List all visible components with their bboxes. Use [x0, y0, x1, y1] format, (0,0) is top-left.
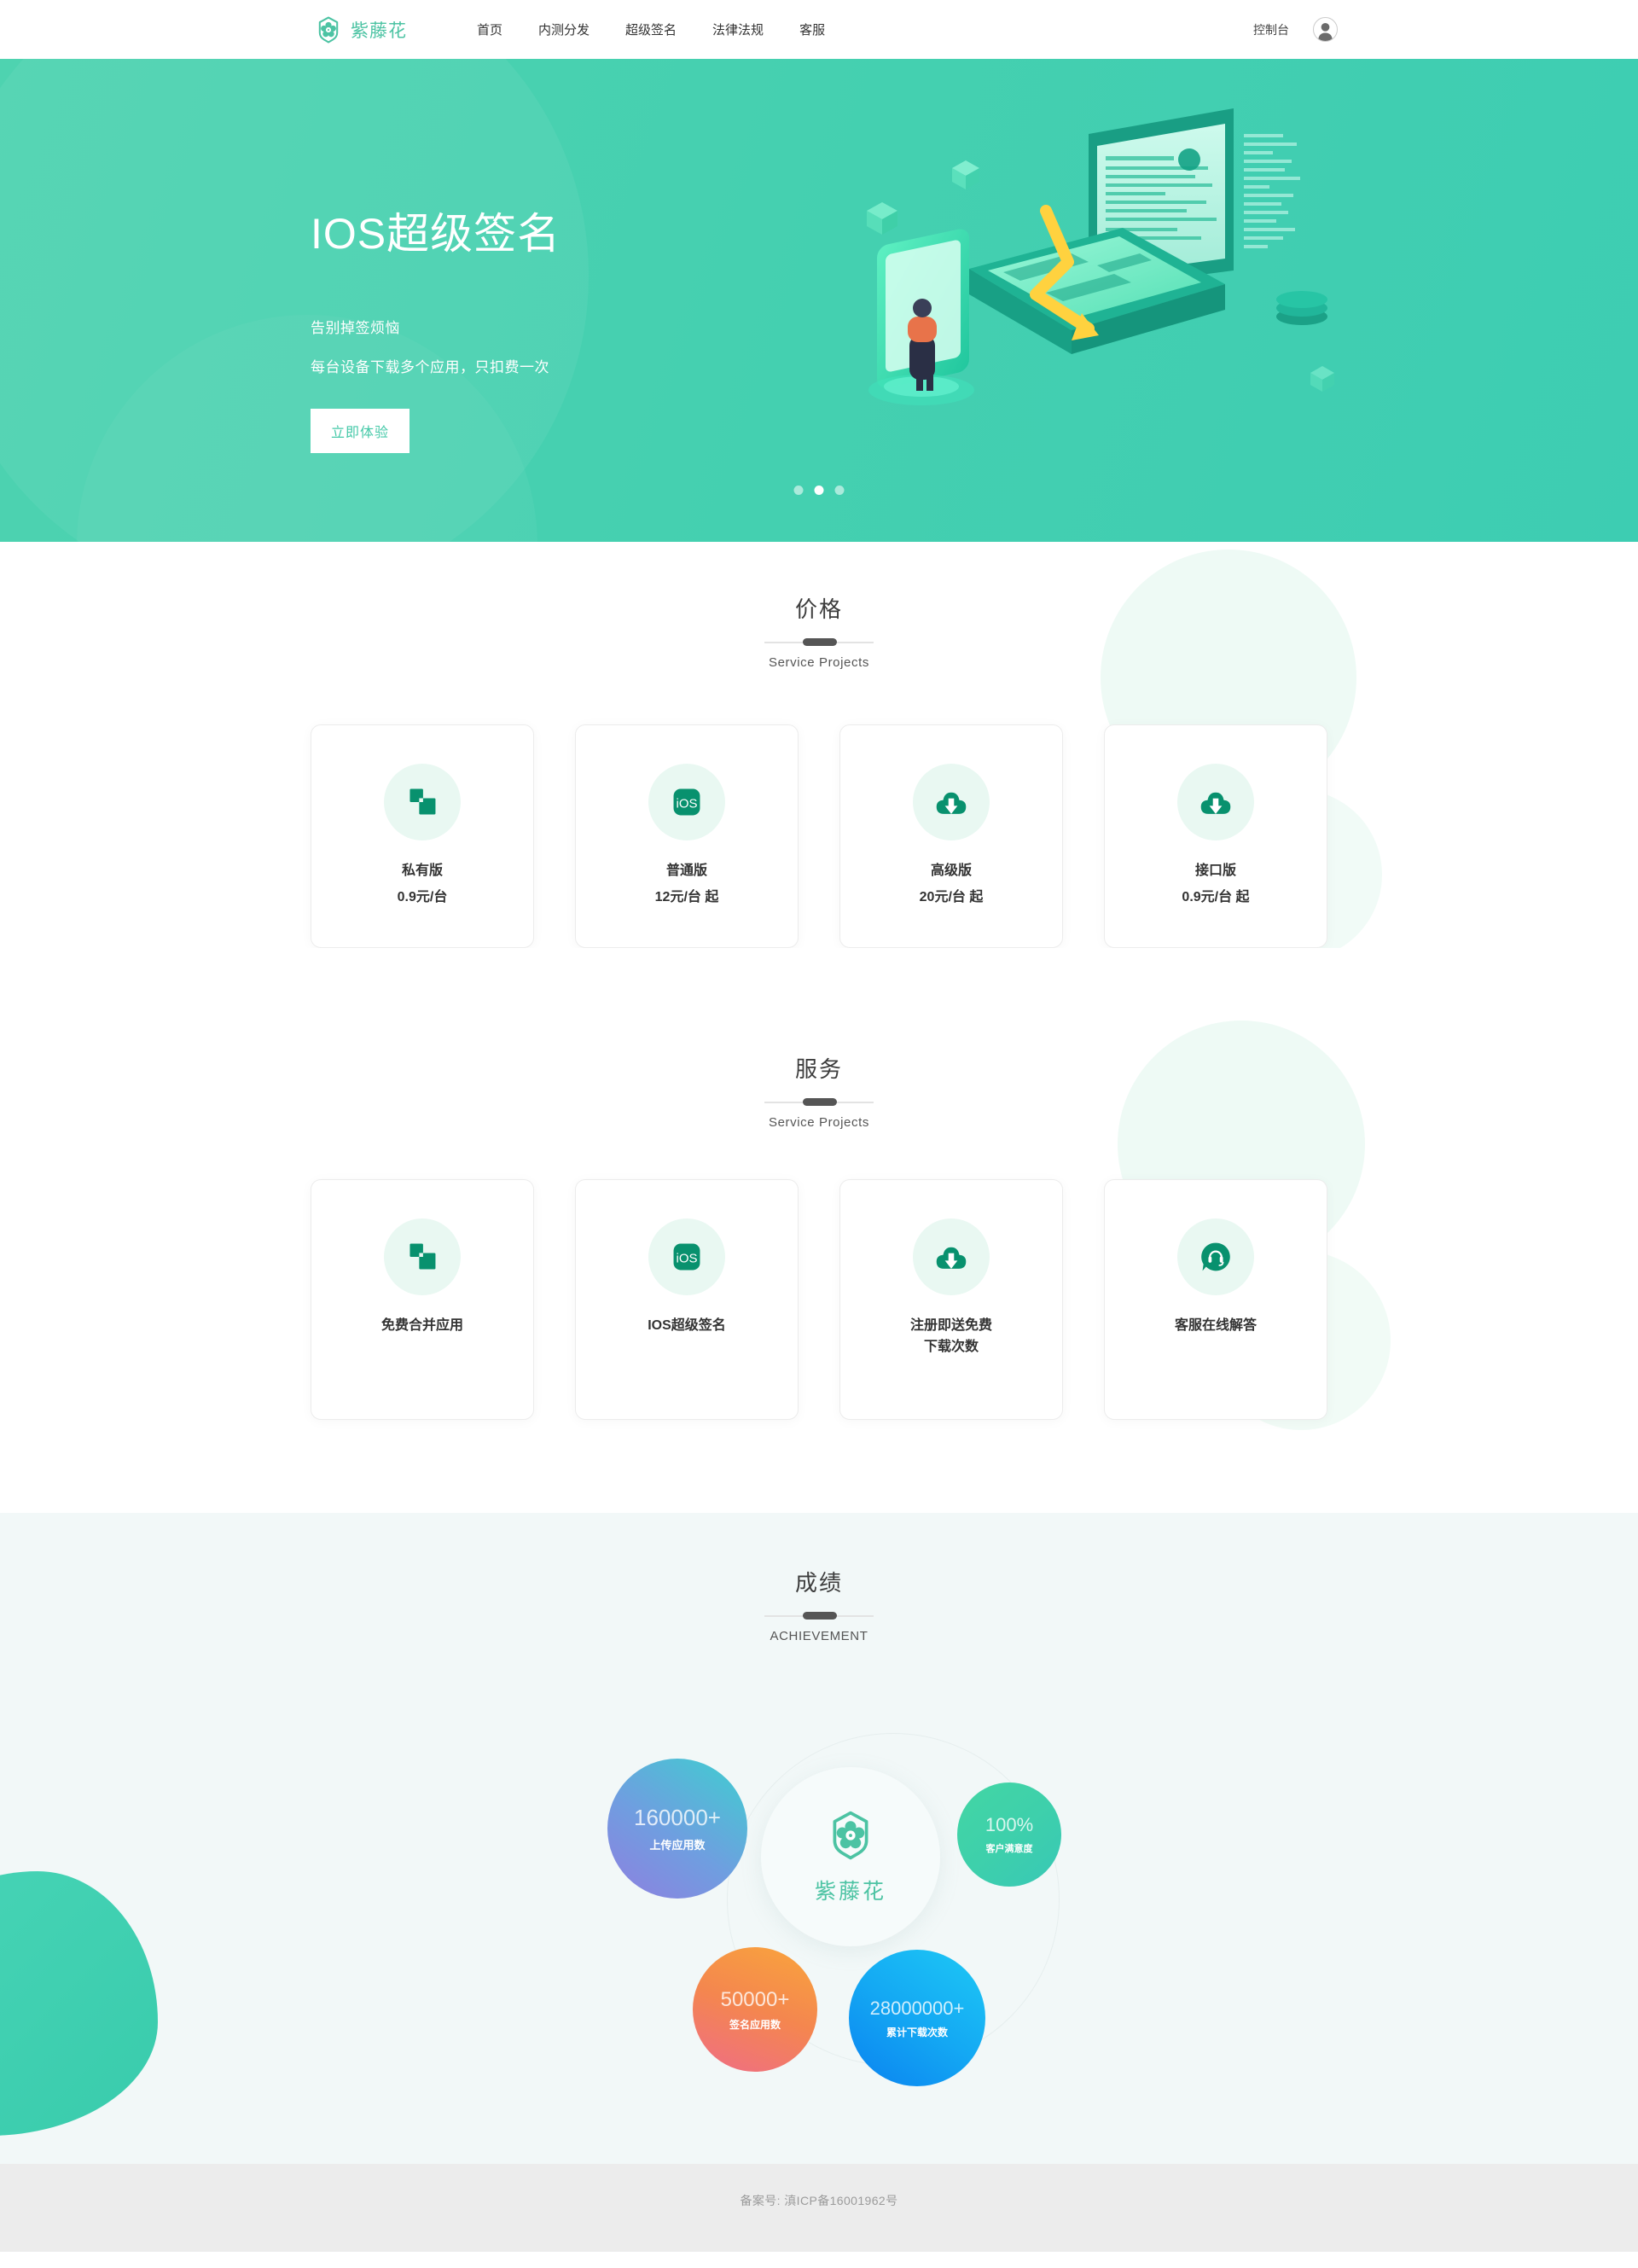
- nav-item-super-signature[interactable]: 超级签名: [607, 20, 694, 38]
- pricing-card-price: 0.9元/台 起: [1182, 889, 1250, 904]
- user-avatar-icon[interactable]: [1313, 17, 1338, 42]
- services-heading: 服务 Service Projects: [0, 1052, 1638, 1130]
- pricing-card-api[interactable]: 接口版 0.9元/台 起: [1104, 724, 1327, 948]
- merge-squares-icon: [384, 1218, 461, 1295]
- stat-label: 客户满意度: [985, 1844, 1033, 1854]
- pricing-card-price: 20元/台 起: [919, 889, 984, 904]
- carousel-dot-2[interactable]: [814, 486, 824, 495]
- site-logo[interactable]: 紫藤花: [314, 15, 407, 44]
- service-card-label: 注册即送免费 下载次数: [909, 1318, 992, 1354]
- pricing-card-price: 12元/台 起: [654, 889, 719, 904]
- pricing-card-name: 接口版: [1194, 864, 1236, 878]
- services-title: 服务: [794, 1056, 843, 1082]
- site-footer: 备案号: 滇ICP备16001962号: [0, 2164, 1638, 2252]
- nav-item-home[interactable]: 首页: [459, 20, 520, 38]
- services-cards: 免费合并应用 iOS IOS超级签名 注册即送免费 下载次数 客服在线解答: [311, 1179, 1327, 1420]
- hero-cta-button[interactable]: 立即体验: [311, 409, 410, 453]
- hero-title: IOS超级签名: [311, 210, 561, 258]
- service-card-merge-apps[interactable]: 免费合并应用: [311, 1179, 534, 1420]
- pricing-divider: [764, 638, 874, 646]
- stat-uploaded-apps: 160000+ 上传应用数: [607, 1759, 747, 1899]
- pricing-card-premium[interactable]: 高级版 20元/台 起: [839, 724, 1063, 948]
- pricing-card-private[interactable]: 私有版 0.9元/台: [311, 724, 534, 948]
- achievement-subtitle: ACHIEVEMENT: [770, 1629, 868, 1643]
- ios-app-icon: iOS: [648, 764, 725, 840]
- stat-label: 上传应用数: [649, 1839, 706, 1852]
- services-section: 服务 Service Projects 免费合并应用 iOS IOS超级签名 注…: [0, 948, 1638, 1513]
- icp-record-text: 备案号: 滇ICP备16001962号: [740, 2194, 898, 2207]
- stat-value: 100%: [985, 1814, 1034, 1835]
- stat-label: 签名应用数: [729, 2018, 781, 2031]
- flower-logo-icon: [314, 15, 343, 44]
- stat-value: 28000000+: [869, 1997, 965, 2019]
- carousel-dots: [793, 486, 845, 495]
- pricing-heading: 价格 Service Projects: [0, 592, 1638, 670]
- pricing-card-name: 高级版: [930, 864, 972, 878]
- hero-illustration: [833, 100, 1379, 467]
- stat-value: 50000+: [720, 1987, 790, 2011]
- merge-squares-icon: [384, 764, 461, 840]
- flower-logo-icon: [824, 1809, 877, 1866]
- service-card-ios-signature[interactable]: iOS IOS超级签名: [575, 1179, 799, 1420]
- services-divider: [764, 1098, 874, 1106]
- site-header: 紫藤花 首页 内测分发 超级签名 法律法规 客服 控制台: [0, 0, 1638, 59]
- stat-signed-apps: 50000+ 签名应用数: [693, 1947, 817, 2072]
- achievement-center-brand-text: 紫藤花: [814, 1879, 886, 1904]
- carousel-dot-1[interactable]: [793, 486, 804, 495]
- hero-banner: IOS超级签名 告别掉签烦恼 每台设备下载多个应用，只扣费一次 立即体验: [0, 59, 1638, 542]
- service-card-label: IOS超级签名: [648, 1318, 726, 1333]
- pricing-card-name: 私有版: [401, 864, 443, 878]
- service-card-free-downloads[interactable]: 注册即送免费 下载次数: [839, 1179, 1063, 1420]
- achievement-divider: [764, 1612, 874, 1620]
- achievement-section: 成绩 ACHIEVEMENT 紫藤花 160000+ 上传应用数 100% 客户…: [0, 1513, 1638, 2164]
- console-link[interactable]: 控制台: [1253, 21, 1289, 38]
- nav-item-beta-distribution[interactable]: 内测分发: [520, 20, 607, 38]
- svg-text:iOS: iOS: [676, 796, 697, 811]
- achievement-center-brand: 紫藤花: [761, 1767, 940, 1946]
- service-card-online-support[interactable]: 客服在线解答: [1104, 1179, 1327, 1420]
- pricing-card-standard[interactable]: iOS 普通版 12元/台 起: [575, 724, 799, 948]
- pricing-card-name: 普通版: [665, 864, 707, 878]
- hero-subtitle-2: 每台设备下载多个应用，只扣费一次: [311, 359, 549, 375]
- service-card-label: 免费合并应用: [380, 1318, 463, 1333]
- achievement-title: 成绩: [794, 1570, 843, 1596]
- cloud-download-icon: [913, 1218, 990, 1295]
- stat-satisfaction: 100% 客户满意度: [957, 1782, 1061, 1887]
- pricing-section: 价格 Service Projects 私有版 0.9元/台 iOS 普通版 1…: [0, 542, 1638, 948]
- header-right-group: 控制台: [1253, 17, 1338, 42]
- nav-item-support[interactable]: 客服: [781, 20, 843, 38]
- stat-value: 160000+: [634, 1805, 721, 1830]
- site-logo-text: 紫藤花: [351, 20, 407, 41]
- carousel-dot-3[interactable]: [834, 486, 845, 495]
- pricing-subtitle: Service Projects: [769, 655, 869, 670]
- pricing-cards: 私有版 0.9元/台 iOS 普通版 12元/台 起 高级版 20元/台 起 接…: [311, 724, 1327, 948]
- main-nav: 首页 内测分发 超级签名 法律法规 客服: [459, 20, 843, 38]
- cloud-download-icon: [1177, 764, 1254, 840]
- service-card-label: 客服在线解答: [1174, 1318, 1257, 1333]
- achievement-heading: 成绩 ACHIEVEMENT: [311, 1513, 1327, 1643]
- svg-text:iOS: iOS: [676, 1251, 697, 1265]
- achievement-decor-blob: [0, 1871, 158, 2136]
- headset-support-icon: [1177, 1218, 1254, 1295]
- stat-total-downloads: 28000000+ 累计下载次数: [849, 1950, 985, 2086]
- hero-subtitle-1: 告别掉签烦恼: [311, 320, 400, 336]
- pricing-title: 价格: [794, 596, 843, 622]
- cloud-download-icon: [913, 764, 990, 840]
- hero-copy: IOS超级签名 告别掉签烦恼 每台设备下载多个应用，只扣费一次 立即体验: [311, 211, 561, 453]
- pricing-card-price: 0.9元/台: [397, 889, 448, 904]
- stat-label: 累计下载次数: [886, 2026, 948, 2038]
- services-subtitle: Service Projects: [769, 1115, 869, 1130]
- nav-item-legal[interactable]: 法律法规: [694, 20, 781, 38]
- ios-app-icon: iOS: [648, 1218, 725, 1295]
